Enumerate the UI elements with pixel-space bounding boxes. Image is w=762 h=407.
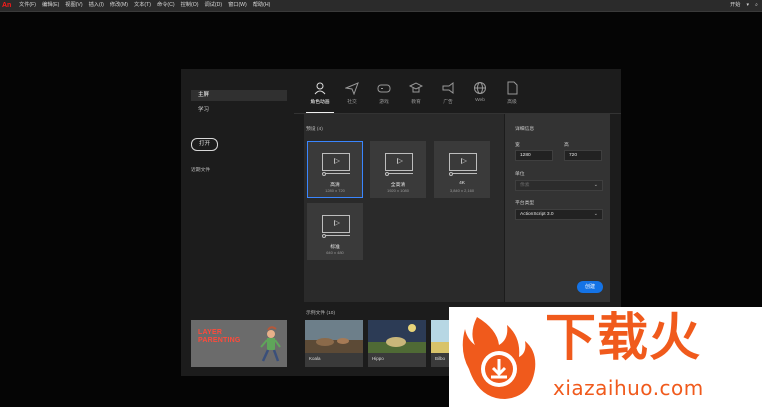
platform-value: ActionScript 3.0 <box>520 212 554 217</box>
tab-games[interactable]: 游戏 <box>368 81 400 105</box>
document-icon <box>507 81 518 95</box>
preset-dims: 1920 x 1080 <box>386 188 410 193</box>
tab-label: 教育 <box>411 100 421 105</box>
menu-list: 文件(F) 编辑(E) 视图(V) 插入(I) 修改(M) 文本(T) 命令(C… <box>19 0 270 11</box>
timeline-bar <box>322 173 350 174</box>
preset-name: 4K <box>459 181 465 186</box>
sample-name: Koala <box>309 356 321 361</box>
sample-name: Bilbo <box>435 356 446 361</box>
video-icon <box>322 215 350 233</box>
platform-label: 平台类型 <box>515 201 535 206</box>
sidebar-item-home[interactable]: 主屏 <box>191 90 287 101</box>
tab-label: 广告 <box>443 100 453 105</box>
tab-advertising[interactable]: 广告 <box>432 81 464 105</box>
video-icon <box>385 153 413 171</box>
sample-card-koala[interactable]: Koala <box>305 320 363 367</box>
preset-dims: 640 x 480 <box>326 250 344 255</box>
character-icon <box>314 82 326 95</box>
promo-banner[interactable]: LAYER PARENTING <box>191 320 287 367</box>
sample-thumbnail <box>305 320 363 353</box>
tab-social[interactable]: 社交 <box>336 81 368 105</box>
menu-file[interactable]: 文件(F) <box>19 0 36 11</box>
menu-bar: An 文件(F) 编辑(E) 视图(V) 插入(I) 修改(M) 文本(T) 命… <box>0 0 762 12</box>
preset-dims: 1280 x 720 <box>325 188 345 193</box>
preset-name: 高清 <box>330 183 340 188</box>
units-select[interactable]: 像素 ⌄ <box>515 180 603 191</box>
globe-icon <box>474 82 486 94</box>
create-button[interactable]: 创建 <box>577 281 603 293</box>
width-field[interactable]: 1280 <box>515 150 553 161</box>
tab-web[interactable]: Web <box>464 81 496 105</box>
search-icon[interactable]: ⌕ <box>755 0 758 11</box>
presets-label: 预设 (4) <box>306 127 323 132</box>
timeline-dot <box>449 172 453 176</box>
open-button[interactable]: 打开 <box>191 138 218 151</box>
preset-name: 全高清 <box>390 183 406 188</box>
sample-name: Hippo <box>372 356 384 361</box>
timeline-bar <box>322 235 350 236</box>
tab-advanced[interactable]: 高级 <box>496 81 528 105</box>
menu-view[interactable]: 视图(V) <box>65 0 82 11</box>
video-icon <box>322 153 350 171</box>
workspace-switcher[interactable]: 开始 ▾ ⌕ <box>730 0 758 11</box>
timeline-dot <box>385 172 389 176</box>
sidebar: 主屏 学习 打开 近期文件 LAYER PARENTING <box>181 69 294 376</box>
preset-dims: 3,840 x 2,160 <box>449 188 475 193</box>
video-icon <box>449 153 477 171</box>
sidebar-item-learn[interactable]: 学习 <box>191 105 287 116</box>
width-label: 宽 <box>515 143 520 148</box>
app-logo: An <box>2 2 12 9</box>
workspace-label: 开始 <box>730 2 741 8</box>
watermark-site: xiazaihuo.com <box>553 376 704 400</box>
height-label: 高 <box>564 143 569 148</box>
recent-files-label: 近期文件 <box>191 168 211 173</box>
tab-character-animation[interactable]: 角色动画 <box>304 81 336 114</box>
watermark-brand: 下载火 <box>545 309 702 368</box>
tab-label: 社交 <box>347 100 357 105</box>
category-tabs: 角色动画 社交 游戏 教育 广告 Web 高级 <box>304 81 528 114</box>
timeline-dot <box>322 234 326 238</box>
tab-label: 角色动画 <box>310 100 330 105</box>
menu-control[interactable]: 控制(O) <box>181 0 199 11</box>
preset-name: 标准 <box>330 245 340 250</box>
preset-card-hd[interactable]: 高清 1280 x 720 <box>307 141 363 198</box>
timeline-bar <box>449 173 477 174</box>
tab-label: 游戏 <box>379 100 389 105</box>
timeline-bar <box>385 173 413 174</box>
preset-card-full-hd[interactable]: 全高清 1920 x 1080 <box>370 141 426 198</box>
chevron-down-icon: ⌄ <box>593 182 598 188</box>
tab-education[interactable]: 教育 <box>400 81 432 105</box>
menu-help[interactable]: 帮助(H) <box>253 0 271 11</box>
menu-debug[interactable]: 调试(D) <box>204 0 222 11</box>
menu-edit[interactable]: 编辑(E) <box>42 0 59 11</box>
details-panel: 详细信息 宽 高 1280 720 单位 像素 ⌄ 平台类型 ActionScr… <box>505 114 610 302</box>
platform-select[interactable]: ActionScript 3.0 ⌄ <box>515 209 603 220</box>
walking-figure-icon <box>260 326 281 362</box>
tab-label: 高级 <box>507 100 517 105</box>
chevron-down-icon: ▾ <box>746 2 750 8</box>
preset-card-4k[interactable]: 4K 3,840 x 2,160 <box>434 141 490 198</box>
megaphone-icon <box>442 82 454 94</box>
menu-modify[interactable]: 修改(M) <box>110 0 128 11</box>
flame-download-logo-icon <box>462 317 536 399</box>
sample-thumbnail <box>368 320 426 353</box>
height-field[interactable]: 720 <box>564 150 602 161</box>
preset-card-standard[interactable]: 标准 640 x 480 <box>307 203 363 260</box>
menu-commands[interactable]: 命令(C) <box>157 0 175 11</box>
details-title: 详细信息 <box>515 127 535 132</box>
sample-card-hippo[interactable]: Hippo <box>368 320 426 367</box>
menu-window[interactable]: 窗口(W) <box>228 0 247 11</box>
units-label: 单位 <box>515 172 525 177</box>
chevron-down-icon: ⌄ <box>593 211 598 217</box>
menu-text[interactable]: 文本(T) <box>134 0 151 11</box>
gamepad-icon <box>377 84 391 93</box>
graduation-cap-icon <box>409 82 423 93</box>
menu-insert[interactable]: 插入(I) <box>89 0 104 11</box>
watermark-overlay: 下载火 xiazaihuo.com <box>449 307 762 407</box>
timeline-dot <box>322 172 326 176</box>
tab-label: Web <box>475 98 485 103</box>
paper-plane-icon <box>345 82 359 95</box>
samples-label: 示例文件 (10) <box>306 311 336 316</box>
units-value: 像素 <box>520 183 530 188</box>
